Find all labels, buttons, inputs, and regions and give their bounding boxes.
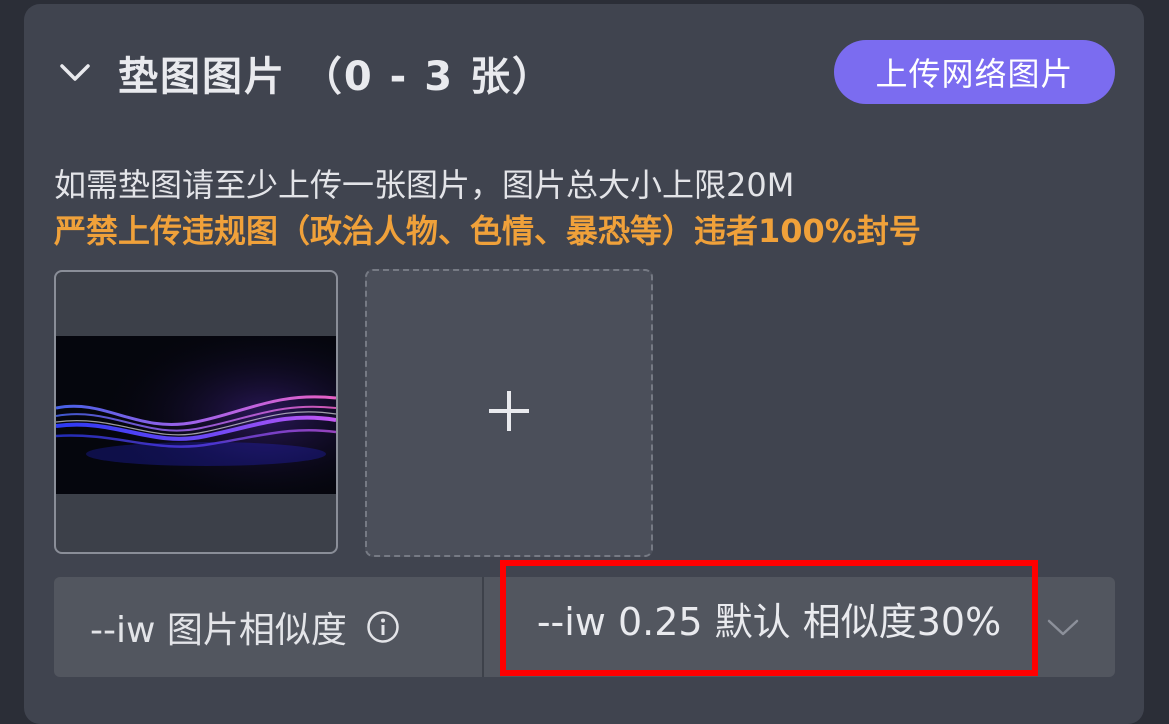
- info-icon[interactable]: [365, 609, 401, 645]
- section-header[interactable]: 垫图图片 （0 - 3 张）: [60, 38, 554, 108]
- image-thumbnail: [56, 336, 336, 494]
- uploaded-image-thumbnail[interactable]: [54, 270, 338, 554]
- upload-network-image-button[interactable]: 上传网络图片: [834, 40, 1115, 104]
- section-title: 垫图图片 （0 - 3 张）: [118, 54, 554, 100]
- upload-warning: 严禁上传违规图（政治人物、色情、暴恐等）违者100%封号: [54, 212, 921, 250]
- add-image-button[interactable]: [365, 269, 653, 557]
- chevron-down-icon[interactable]: [1046, 611, 1080, 645]
- plus-icon: [485, 387, 533, 439]
- chevron-down-icon[interactable]: [60, 58, 90, 88]
- upload-description: 如需垫图请至少上传一张图片，图片总大小上限20M: [54, 166, 795, 204]
- similarity-label: --iw 图片相似度: [90, 610, 347, 651]
- divider: [482, 577, 484, 677]
- similarity-label-group: --iw 图片相似度: [90, 577, 401, 677]
- similarity-select-value[interactable]: --iw 0.25 默认 相似度30%: [500, 560, 1038, 676]
- similarity-selector: --iw 图片相似度 --iw 0.25 默认 相似度30%: [54, 560, 1115, 677]
